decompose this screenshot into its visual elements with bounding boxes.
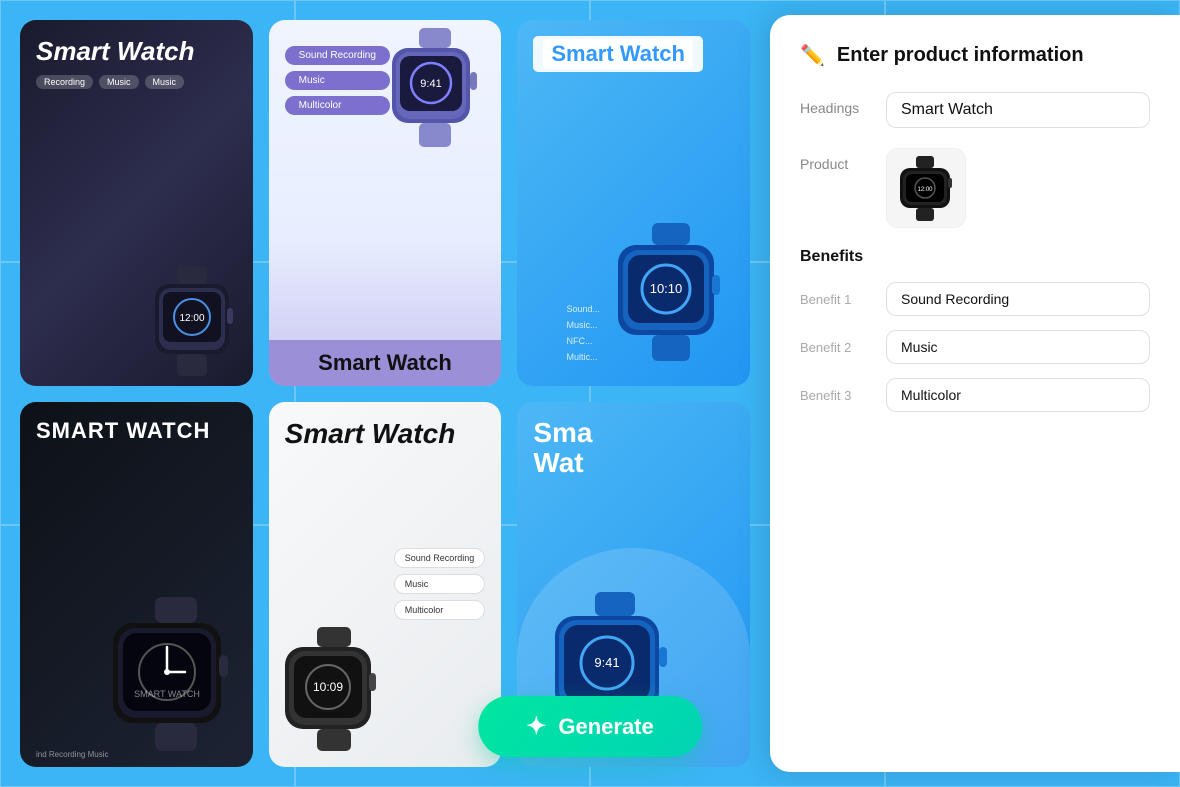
card-2-benefit-2: Multicolor <box>285 96 390 115</box>
product-label: Product <box>800 148 870 172</box>
card-6-title: SmaWat <box>533 418 734 480</box>
card-1-tags: Recording Music Music <box>36 75 237 89</box>
card-5-watch-image: 10:09 <box>279 627 399 767</box>
svg-text:10:10: 10:10 <box>650 281 683 296</box>
card-4-title: SMART WATCH <box>36 418 237 444</box>
card-3-side-text-0: Sound... <box>566 301 600 317</box>
card-3-watch-image: 10:10 <box>610 226 740 376</box>
card-1-tag-2: Music <box>145 75 185 89</box>
cards-grid: Smart Watch Recording Music Music <box>0 0 770 787</box>
card-light-smartwatch[interactable]: Smart Watch Sound Recording Music Multic… <box>269 402 502 768</box>
card-4-subtitle: ind Recording Music <box>36 750 108 759</box>
svg-text:10:09: 10:09 <box>313 680 343 694</box>
card-blue-smartwatch[interactable]: Smart Watch Sound... Music... NFC... Mul… <box>517 20 750 386</box>
product-info-panel: ✏️ Enter product information Headings Pr… <box>770 15 1180 772</box>
headings-row: Headings <box>800 92 1150 128</box>
headings-input[interactable] <box>886 92 1150 128</box>
card-2-benefit-1: Music <box>285 71 390 90</box>
benefit-1-input[interactable] <box>886 282 1150 316</box>
benefits-title: Benefits <box>800 248 1150 266</box>
card-dark2-smartwatch[interactable]: SMART WATCH ind Recording Music SMART WA… <box>20 402 253 768</box>
card-2-benefit-0: Sound Recording <box>285 46 390 65</box>
card-3-side-text-2: NFC... <box>566 333 600 349</box>
benefit-1-label: Benefit 1 <box>800 292 870 307</box>
product-thumbnail[interactable]: 12:00 <box>886 148 966 228</box>
card-2-watch-image: 9:41 <box>381 30 491 160</box>
edit-icon: ✏️ <box>800 43 825 68</box>
card-4-bottom-row: ind Recording Music <box>36 750 108 759</box>
svg-text:12:00: 12:00 <box>917 187 933 193</box>
benefit-3-label: Benefit 3 <box>800 388 870 403</box>
generate-label: Generate <box>558 714 653 740</box>
benefit-1-row: Benefit 1 <box>800 282 1150 316</box>
card-5-benefit-1: Music <box>394 574 486 594</box>
headings-label: Headings <box>800 92 870 116</box>
card-3-title: Smart Watch <box>543 39 693 69</box>
card-4-watch-image: SMART WATCH <box>103 597 253 767</box>
product-row: Product 12:00 <box>800 148 1150 228</box>
card-5-benefit-2: Multicolor <box>394 600 486 620</box>
card-2-footer: Smart Watch <box>269 340 502 386</box>
svg-text:9:41: 9:41 <box>595 655 620 670</box>
card-5-benefits: Sound Recording Music Multicolor <box>394 548 486 620</box>
benefit-2-input[interactable] <box>886 330 1150 364</box>
card-1-tag-1: Music <box>99 75 139 89</box>
benefits-section: Benefits Benefit 1 Benefit 2 Benefit 3 <box>800 248 1150 412</box>
card-2-title: Smart Watch <box>279 350 492 376</box>
generate-icon: ✦ <box>526 712 546 741</box>
card-5-benefit-0: Sound Recording <box>394 548 486 568</box>
card-dark-smartwatch[interactable]: Smart Watch Recording Music Music <box>20 20 253 386</box>
card-1-watch-image: 12:00 <box>143 266 243 376</box>
benefit-2-label: Benefit 2 <box>800 340 870 355</box>
card-1-title: Smart Watch <box>36 36 237 67</box>
benefit-2-row: Benefit 2 <box>800 330 1150 364</box>
card-2-benefits: Sound Recording Music Multicolor <box>285 46 390 115</box>
generate-button[interactable]: ✦ Generate <box>478 696 702 757</box>
svg-text:12:00: 12:00 <box>180 313 205 324</box>
card-purple-smartwatch[interactable]: Sound Recording Music Multicolor 9:41 <box>269 20 502 386</box>
svg-text:SMART WATCH: SMART WATCH <box>134 689 200 699</box>
main-layout: Smart Watch Recording Music Music <box>0 0 1180 787</box>
panel-header: ✏️ Enter product information <box>800 43 1150 68</box>
card-1-tag-0: Recording <box>36 75 93 89</box>
card-3-side-text-3: Multic... <box>566 349 600 365</box>
card-3-side-text: Sound... Music... NFC... Multic... <box>566 301 600 366</box>
benefit-3-input[interactable] <box>886 378 1150 412</box>
svg-text:9:41: 9:41 <box>420 78 441 90</box>
card-5-title: Smart Watch <box>285 418 486 450</box>
benefit-3-row: Benefit 3 <box>800 378 1150 412</box>
card-3-side-text-1: Music... <box>566 317 600 333</box>
panel-title: Enter product information <box>837 44 1084 67</box>
